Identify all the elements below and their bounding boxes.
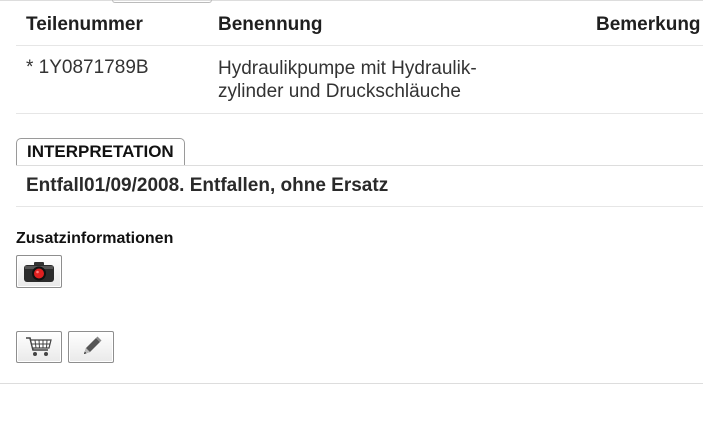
tab-interpretation[interactable]: INTERPRETATION xyxy=(16,138,185,165)
parts-table: Teilenummer Benennung Bemerkung * 1Y0871… xyxy=(16,2,703,114)
edit-button[interactable] xyxy=(68,331,114,363)
column-header-remark: Bemerkung xyxy=(596,14,701,35)
table-header-row: Teilenummer Benennung Bemerkung xyxy=(16,2,703,46)
part-name-cell: Hydraulikpumpe mit Hydraulik- zylinder u… xyxy=(218,58,477,102)
top-divider xyxy=(0,0,703,1)
additional-info-title: Zusatzinformationen xyxy=(16,230,174,247)
part-number-cell: * 1Y0871789B xyxy=(26,57,149,78)
shopping-cart-icon xyxy=(26,337,52,356)
pencil-icon xyxy=(84,336,102,354)
camera-icon xyxy=(24,261,54,282)
column-header-name: Benennung xyxy=(218,14,323,35)
interpretation-divider-bottom xyxy=(16,206,703,207)
bottom-divider xyxy=(0,383,703,384)
interpretation-divider-top xyxy=(16,165,703,166)
table-row: * 1Y0871789B Hydraulikpumpe mit Hydrauli… xyxy=(16,46,703,114)
camera-button[interactable] xyxy=(16,255,62,288)
column-header-part-number: Teilenummer xyxy=(26,14,143,35)
add-to-cart-button[interactable] xyxy=(16,331,62,363)
interpretation-text: Entfall01/09/2008. Entfallen, ohne Ersat… xyxy=(26,175,389,196)
